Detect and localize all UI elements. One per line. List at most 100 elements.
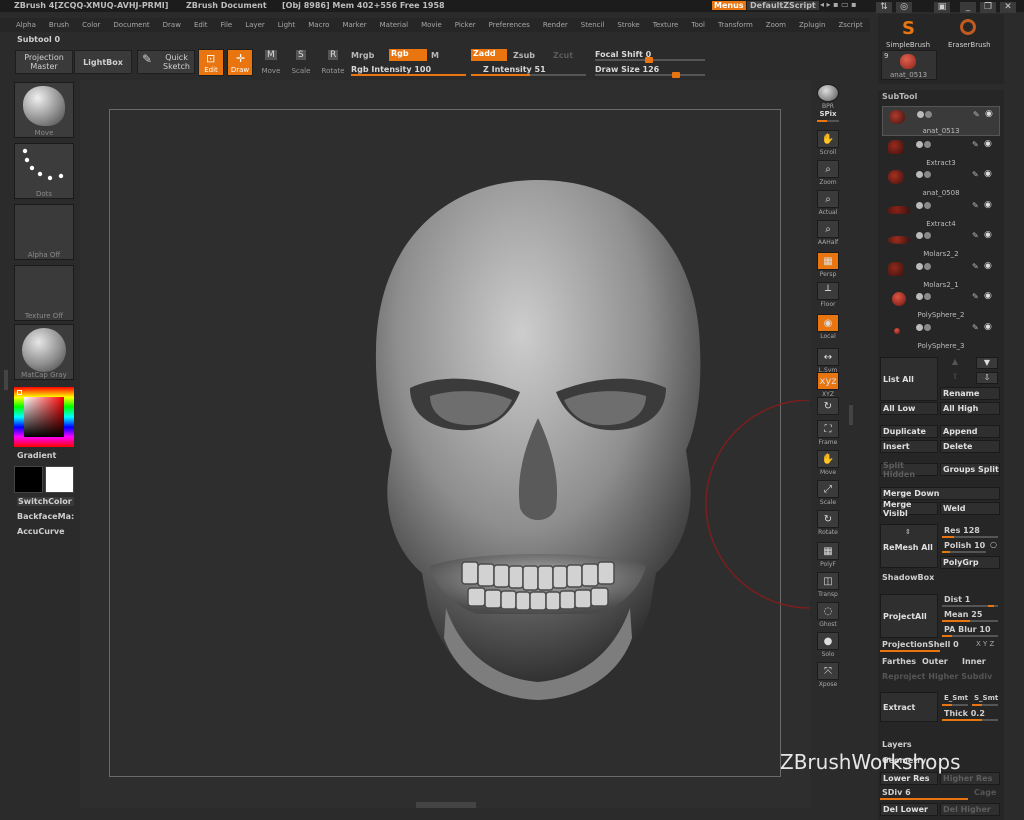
- mrgb-button[interactable]: Mrgb: [351, 51, 374, 60]
- remesh-all-button[interactable]: ⇕ ReMesh All: [880, 524, 938, 568]
- focal-shift-slider[interactable]: [595, 57, 705, 63]
- reproject-higher-subdiv-button[interactable]: Reproject Higher Subdiv: [882, 672, 992, 681]
- accucurve-button[interactable]: AccuCurve: [17, 527, 65, 536]
- menu-light[interactable]: Light: [278, 21, 295, 29]
- rgb-intensity-slider[interactable]: [351, 74, 466, 76]
- move-up-arrow-icon[interactable]: ▲: [944, 357, 966, 369]
- backface-mask-button[interactable]: BackfaceMa:: [17, 512, 74, 521]
- subtool-visibility-icons[interactable]: ✎ ◉: [917, 109, 997, 120]
- tool-local[interactable]: ◉ Local: [814, 312, 842, 340]
- arrows-icon[interactable]: ⇅: [876, 2, 892, 13]
- layers-header[interactable]: Layers: [882, 740, 912, 749]
- subtool-visibility-icons[interactable]: ✎ ◉: [916, 230, 996, 241]
- menu-preferences[interactable]: Preferences: [489, 21, 530, 29]
- list-all-button[interactable]: List All: [880, 357, 938, 401]
- subtool-visibility-icons[interactable]: ✎ ◉: [916, 200, 996, 211]
- polish-toggle-icon[interactable]: ○: [990, 540, 997, 549]
- menus-button[interactable]: Menus: [712, 1, 746, 10]
- farthes-button[interactable]: Farthes: [882, 657, 916, 666]
- thick-slider[interactable]: [942, 719, 998, 721]
- projectall-button[interactable]: ProjectAll: [880, 594, 938, 638]
- menu-document[interactable]: Document: [113, 21, 149, 29]
- menu-zscript[interactable]: Zscript: [838, 21, 862, 29]
- window-controls-left[interactable]: ◂ ▸ ▪ ▭ ▪: [820, 0, 857, 9]
- menu-tool[interactable]: Tool: [691, 21, 705, 29]
- zsub-button[interactable]: Zsub: [513, 51, 535, 60]
- menu-zoom[interactable]: Zoom: [766, 21, 786, 29]
- saturation-square[interactable]: [24, 397, 64, 437]
- menu-zplugin[interactable]: Zplugin: [799, 21, 825, 29]
- simple-brush[interactable]: S SimpleBrush: [886, 17, 936, 49]
- texture-selector[interactable]: Texture Off: [14, 265, 74, 321]
- tool-actual[interactable]: ⌕ Actual: [814, 188, 842, 216]
- weld-button[interactable]: Weld: [940, 502, 1000, 515]
- tool-bpr[interactable]: BPR: [814, 82, 842, 110]
- tool-zoom[interactable]: ⌕ Zoom: [814, 158, 842, 186]
- menu-render[interactable]: Render: [543, 21, 568, 29]
- all-high-button[interactable]: All High: [940, 402, 1000, 415]
- all-low-button[interactable]: All Low: [880, 402, 938, 415]
- tool-transp[interactable]: ◫ Transp: [814, 570, 842, 598]
- menu-file[interactable]: File: [221, 21, 233, 29]
- window-controls-right[interactable]: ⇅ ◎ ▣ _ ❐ ✕: [874, 2, 1024, 14]
- move-top-arrow-icon[interactable]: ⇧: [944, 372, 966, 384]
- mean-slider[interactable]: [942, 620, 998, 622]
- material-selector[interactable]: MatCap Gray: [14, 324, 74, 380]
- subtool-item[interactable]: ✎ ◉ anat_0513: [882, 106, 1000, 136]
- subtool-item[interactable]: ✎ ◉ Extract3: [882, 137, 1000, 167]
- shadowbox-button[interactable]: ShadowBox: [882, 573, 934, 582]
- inner-button[interactable]: Inner: [962, 657, 986, 666]
- rgb-button[interactable]: Rgb: [389, 49, 427, 61]
- rotate-button[interactable]: R Rotate: [319, 49, 347, 76]
- menu-stencil[interactable]: Stencil: [581, 21, 605, 29]
- spix-slider[interactable]: [817, 120, 839, 122]
- subtool-visibility-icons[interactable]: ✎ ◉: [916, 261, 996, 272]
- append-button[interactable]: Append: [940, 425, 1000, 438]
- stroke-selector[interactable]: Dots: [14, 143, 74, 199]
- tool-ghost[interactable]: ◌ Ghost: [814, 600, 842, 628]
- tool-frame[interactable]: ⛶ Frame: [814, 418, 842, 446]
- outer-button[interactable]: Outer: [922, 657, 948, 666]
- menu-layer[interactable]: Layer: [245, 21, 265, 29]
- dist-slider[interactable]: [942, 605, 998, 607]
- menu-stroke[interactable]: Stroke: [617, 21, 639, 29]
- color-picker[interactable]: [14, 387, 74, 447]
- subtool-visibility-icons[interactable]: ✎ ◉: [916, 291, 996, 302]
- tool-move[interactable]: ✋ Move: [814, 448, 842, 476]
- eraser-brush[interactable]: EraserBrush: [946, 17, 998, 49]
- move-down-arrow-icon[interactable]: ▼: [976, 357, 998, 369]
- menu-movie[interactable]: Movie: [421, 21, 442, 29]
- menu-brush[interactable]: Brush: [49, 21, 69, 29]
- del-higher-button[interactable]: Del Higher: [940, 803, 1000, 816]
- e-smt-slider[interactable]: [942, 704, 968, 706]
- right-shelf-divider[interactable]: [849, 405, 853, 425]
- insert-button[interactable]: Insert: [880, 440, 938, 453]
- menu-picker[interactable]: Picker: [455, 21, 476, 29]
- rename-button[interactable]: Rename: [940, 387, 1000, 400]
- minimize-icon[interactable]: _: [960, 2, 976, 13]
- secondary-color-swatch[interactable]: [14, 466, 43, 493]
- lightbox-button[interactable]: LightBox: [74, 50, 132, 74]
- xyz-toggle[interactable]: X Y Z: [976, 640, 994, 648]
- subtool-visibility-icons[interactable]: ✎ ◉: [916, 139, 996, 150]
- edit-button[interactable]: ⊡ Edit: [198, 49, 224, 76]
- tool-aahalf[interactable]: ⌕ AAHalf: [814, 218, 842, 246]
- subtool-header[interactable]: SubTool: [882, 92, 917, 101]
- skull-model[interactable]: [370, 178, 706, 808]
- z-intensity-slider[interactable]: [471, 74, 586, 76]
- tool-floor[interactable]: ┴ Floor: [814, 280, 842, 308]
- del-lower-button[interactable]: Del Lower: [880, 803, 938, 816]
- subtool-item[interactable]: ✎ ◉ Molars2_2: [882, 228, 1000, 258]
- zcut-button[interactable]: Zcut: [553, 51, 573, 60]
- lock-icon[interactable]: ▣: [934, 2, 950, 13]
- m-button[interactable]: M: [431, 51, 439, 60]
- current-tool[interactable]: 9 anat_0513: [881, 50, 937, 80]
- tool-persp[interactable]: ▦ Persp: [814, 250, 842, 278]
- delete-button[interactable]: Delete: [940, 440, 1000, 453]
- quick-sketch-button[interactable]: ✎ Quick Sketch: [137, 50, 195, 74]
- tool-rotate[interactable]: ↻ Rotate: [814, 508, 842, 536]
- sdiv-slider[interactable]: [880, 798, 968, 800]
- projection-master-button[interactable]: Projection Master: [15, 50, 73, 74]
- split-hidden-button[interactable]: Split Hidden: [880, 461, 938, 479]
- extract-button[interactable]: Extract: [880, 692, 938, 722]
